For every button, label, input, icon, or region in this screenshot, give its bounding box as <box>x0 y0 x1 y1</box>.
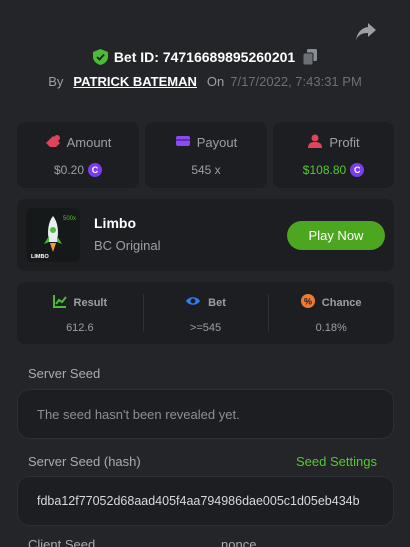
thumb-multiplier: 500x <box>63 216 76 222</box>
server-seed-field: The seed hasn't been revealed yet. <box>17 389 394 439</box>
payout-label: Payout <box>196 135 238 150</box>
chance-column: % Chance 0.18% <box>268 282 394 344</box>
copy-icon[interactable] <box>302 49 318 66</box>
play-now-button[interactable]: Play Now <box>287 221 385 250</box>
on-label: On <box>206 73 225 89</box>
chance-label: Chance <box>321 296 362 309</box>
server-hash-label: Server Seed (hash) <box>28 454 141 469</box>
client-seed-label: Client Seed <box>28 537 96 547</box>
result-summary: Result 612.6 Bet >=545 % Chance 0.18% <box>17 282 394 344</box>
bet-label: Bet <box>208 296 226 309</box>
game-provider: BC Original <box>94 238 161 253</box>
bet-datetime: 7/17/2022, 7:43:31 PM <box>230 73 362 89</box>
seed-settings-link[interactable]: Seed Settings <box>296 454 377 469</box>
bet-value: >=545 <box>189 322 222 334</box>
profit-value: $108.80 <box>302 163 347 177</box>
profit-icon <box>307 134 323 151</box>
server-hash-field[interactable]: fdba12f77052d68aad405f4aa794986dae005c1d… <box>17 476 394 526</box>
player-name-link[interactable]: PATRICK BATEMAN <box>73 74 197 89</box>
svg-text:%: % <box>304 297 312 307</box>
coin-icon: C <box>350 163 365 177</box>
result-column: Result 612.6 <box>17 282 143 344</box>
target-icon <box>185 294 201 311</box>
bet-column: Bet >=545 <box>142 282 269 344</box>
bet-id-row: Bet ID: 74716689895260201 <box>0 47 410 67</box>
share-icon[interactable] <box>354 20 378 42</box>
nonce-label: nonce <box>221 537 257 547</box>
wallet-icon <box>175 134 191 151</box>
bet-amount-icon <box>45 134 61 151</box>
server-seed-label: Server Seed <box>28 366 101 381</box>
profit-label: Profit <box>329 135 360 150</box>
payout-stat: Payout 545 x <box>145 122 267 188</box>
amount-label: Amount <box>66 135 112 150</box>
verified-shield-icon <box>92 49 108 65</box>
game-card: 500x LIMBO Limbo BC Original Play Now <box>17 199 394 271</box>
limbo-thumbnail: 500x LIMBO <box>26 208 80 262</box>
by-label: By <box>48 73 64 89</box>
thumb-title: LIMBO <box>31 254 49 260</box>
chart-icon <box>52 294 67 311</box>
percent-icon: % <box>300 294 315 311</box>
bet-id: Bet ID: 74716689895260201 <box>113 49 296 65</box>
game-name: Limbo <box>94 215 136 231</box>
payout-value: 545 x <box>191 163 221 177</box>
profit-stat: Profit $108.80 C <box>273 122 394 188</box>
amount-stat: Amount $0.20 C <box>17 122 139 188</box>
coin-icon: C <box>88 163 103 177</box>
player-row: By PATRICK BATEMAN On 7/17/2022, 7:43:31… <box>0 71 410 91</box>
bet-details-panel: Bet ID: 74716689895260201 By PATRICK BAT… <box>0 0 410 547</box>
result-value: 612.6 <box>66 322 94 334</box>
result-label: Result <box>73 296 108 309</box>
amount-value: $0.20 <box>53 163 85 177</box>
chance-value: 0.18% <box>315 322 347 334</box>
